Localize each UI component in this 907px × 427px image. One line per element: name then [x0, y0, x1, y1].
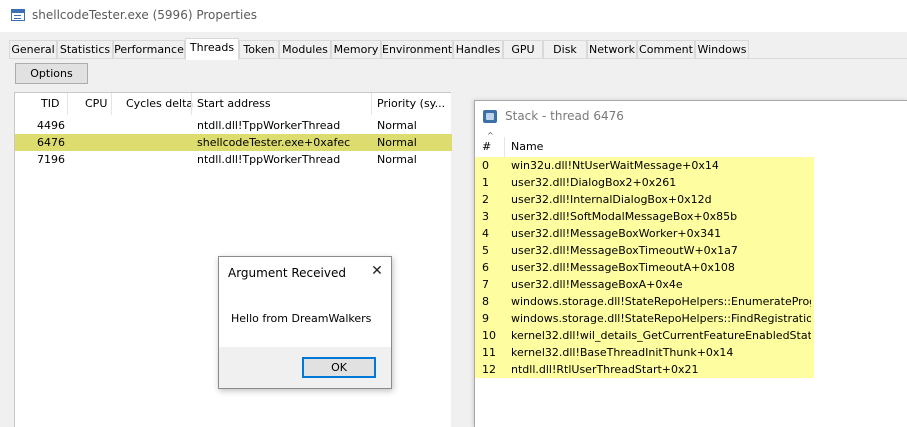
- window-title: shellcodeTester.exe (5996) Properties: [32, 8, 257, 22]
- frame-number: 8: [482, 295, 489, 308]
- frame-number: 4: [482, 227, 489, 240]
- tab-modules[interactable]: Modules: [279, 40, 331, 59]
- window-icon: [11, 9, 25, 21]
- frame-number: 10: [482, 329, 496, 342]
- frame-name: win32u.dll!NtUserWaitMessage+0x14: [511, 159, 719, 172]
- thread-priority: Normal: [377, 119, 417, 132]
- message-box-text: Hello from DreamWalkers: [231, 312, 372, 325]
- tab-environment[interactable]: Environment: [381, 40, 453, 59]
- frame-name: kernel32.dll!BaseThreadInitThunk+0x14: [511, 346, 734, 359]
- thread-priority: Normal: [377, 153, 417, 166]
- tab-windows[interactable]: Windows: [695, 40, 749, 59]
- frame-number: 2: [482, 193, 489, 206]
- stack-window-icon: [483, 110, 497, 123]
- tab-performance[interactable]: Performance: [113, 40, 185, 59]
- column-separator[interactable]: [111, 93, 112, 115]
- thread-row-selected[interactable]: 6476 shellcodeTester.exe+0xafec Normal: [15, 134, 452, 151]
- tab-handles[interactable]: Handles: [453, 40, 503, 59]
- stack-frame-row[interactable]: 12 ntdll.dll!RtlUserThreadStart+0x21: [475, 361, 814, 378]
- frame-name: user32.dll!MessageBoxTimeoutW+0x1a7: [511, 244, 738, 257]
- column-header-priority[interactable]: Priority (sy...: [377, 97, 445, 110]
- stack-header: # Name: [475, 137, 907, 157]
- tab-general[interactable]: General: [9, 40, 57, 59]
- thread-row[interactable]: 4496 ntdll.dll!TppWorkerThread Normal: [15, 117, 452, 134]
- frame-number: 9: [482, 312, 489, 325]
- frame-name: kernel32.dll!wil_details_GetCurrentFeatu…: [511, 329, 811, 342]
- tab-comment[interactable]: Comment: [637, 40, 695, 59]
- frame-name: windows.storage.dll!StateRepoHelpers::Fi…: [511, 312, 811, 325]
- options-button[interactable]: Options: [15, 63, 88, 84]
- stack-frame-row[interactable]: 11 kernel32.dll!BaseThreadInitThunk+0x14: [475, 344, 814, 361]
- frame-name: user32.dll!MessageBoxTimeoutA+0x108: [511, 261, 735, 274]
- column-header-name[interactable]: Name: [511, 140, 543, 153]
- threads-header: TID CPU Cycles delta Start address Prior…: [15, 93, 451, 115]
- column-header-number[interactable]: #: [482, 140, 491, 153]
- stack-frame-row[interactable]: 7 user32.dll!MessageBoxA+0x4e: [475, 276, 814, 293]
- column-header-cycles-delta[interactable]: Cycles delta: [126, 97, 193, 110]
- stack-window: Stack - thread 6476 ^ # Name 0 win32u.dl…: [474, 100, 907, 427]
- frame-name: user32.dll!InternalDialogBox+0x12d: [511, 193, 712, 206]
- stack-frame-row[interactable]: 2 user32.dll!InternalDialogBox+0x12d: [475, 191, 814, 208]
- tab-statistics[interactable]: Statistics: [57, 40, 113, 59]
- stack-frame-row[interactable]: 1 user32.dll!DialogBox2+0x261: [475, 174, 814, 191]
- thread-tid: 6476: [37, 136, 65, 149]
- frame-name: user32.dll!MessageBoxWorker+0x341: [511, 227, 722, 240]
- frame-number: 5: [482, 244, 489, 257]
- thread-start-address: shellcodeTester.exe+0xafec: [197, 136, 351, 149]
- column-separator[interactable]: [504, 137, 505, 157]
- stack-frame-row[interactable]: 4 user32.dll!MessageBoxWorker+0x341: [475, 225, 814, 242]
- stack-frame-row[interactable]: 3 user32.dll!SoftModalMessageBox+0x85b: [475, 208, 814, 225]
- frame-name: windows.storage.dll!StateRepoHelpers::En…: [511, 295, 811, 308]
- frame-name: user32.dll!SoftModalMessageBox+0x85b: [511, 210, 738, 223]
- column-header-start-address[interactable]: Start address: [197, 97, 271, 110]
- message-box-dialog: Argument Received ✕ Hello from DreamWalk…: [218, 256, 392, 389]
- title-bar: shellcodeTester.exe (5996) Properties: [0, 0, 907, 32]
- stack-window-title: Stack - thread 6476: [505, 109, 624, 123]
- ok-button[interactable]: OK: [302, 357, 376, 378]
- frame-name: user32.dll!DialogBox2+0x261: [511, 176, 677, 189]
- tab-network[interactable]: Network: [587, 40, 637, 59]
- stack-frame-row[interactable]: 5 user32.dll!MessageBoxTimeoutW+0x1a7: [475, 242, 814, 259]
- frame-name: ntdll.dll!RtlUserThreadStart+0x21: [511, 363, 699, 376]
- thread-tid: 7196: [37, 153, 65, 166]
- tab-disk[interactable]: Disk: [543, 40, 587, 59]
- tab-panel-border: [9, 58, 907, 59]
- thread-priority: Normal: [377, 136, 417, 149]
- frame-number: 1: [482, 176, 489, 189]
- column-header-tid[interactable]: TID: [41, 97, 59, 110]
- stack-frame-row[interactable]: 10 kernel32.dll!wil_details_GetCurrentFe…: [475, 327, 814, 344]
- close-icon[interactable]: ✕: [368, 262, 386, 280]
- thread-start-address: ntdll.dll!TppWorkerThread: [197, 119, 341, 132]
- column-separator[interactable]: [191, 93, 192, 115]
- tab-threads[interactable]: Threads: [185, 38, 239, 60]
- frame-name: user32.dll!MessageBoxA+0x4e: [511, 278, 683, 291]
- frame-number: 3: [482, 210, 489, 223]
- frame-number: 0: [482, 159, 489, 172]
- tab-memory[interactable]: Memory: [331, 40, 381, 59]
- thread-tid: 4496: [37, 119, 65, 132]
- column-header-cpu[interactable]: CPU: [85, 97, 107, 110]
- tab-gpu[interactable]: GPU: [503, 40, 543, 59]
- tab-strip: General Statistics Performance Threads T…: [0, 38, 907, 60]
- frame-number: 7: [482, 278, 489, 291]
- column-separator[interactable]: [67, 93, 68, 115]
- frame-number: 12: [482, 363, 496, 376]
- frame-number: 11: [482, 346, 496, 359]
- stack-frame-row[interactable]: 8 windows.storage.dll!StateRepoHelpers::…: [475, 293, 814, 310]
- thread-start-address: ntdll.dll!TppWorkerThread: [197, 153, 341, 166]
- stack-frame-row[interactable]: 0 win32u.dll!NtUserWaitMessage+0x14: [475, 157, 814, 174]
- message-box-footer: OK: [219, 347, 391, 388]
- column-separator[interactable]: [371, 93, 372, 115]
- thread-row[interactable]: 7196 ntdll.dll!TppWorkerThread Normal: [15, 151, 452, 168]
- frame-number: 6: [482, 261, 489, 274]
- stack-frame-row[interactable]: 6 user32.dll!MessageBoxTimeoutA+0x108: [475, 259, 814, 276]
- stack-title-bar: Stack - thread 6476: [475, 101, 907, 131]
- tab-token[interactable]: Token: [239, 40, 279, 59]
- stack-frame-row[interactable]: 9 windows.storage.dll!StateRepoHelpers::…: [475, 310, 814, 327]
- message-box-title: Argument Received: [228, 266, 346, 280]
